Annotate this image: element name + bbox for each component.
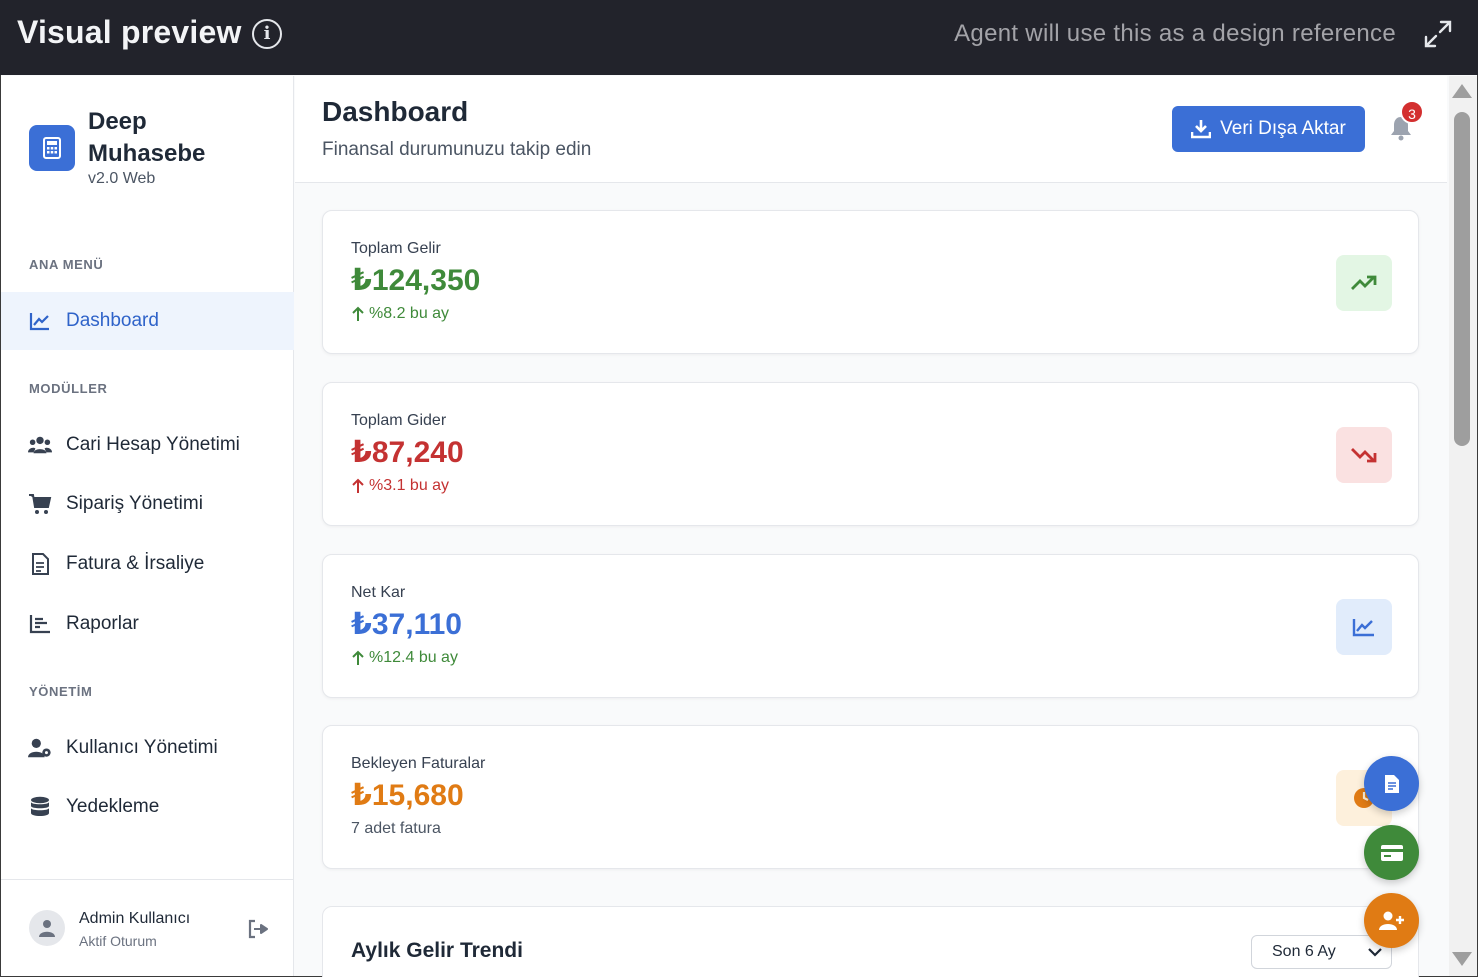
card-change: %3.1 bu ay: [351, 477, 449, 495]
card-change-text: %3.1 bu ay: [369, 477, 450, 494]
card-change: %12.4 bu ay: [351, 649, 458, 667]
chart-line-icon: [1336, 599, 1392, 655]
card-change: 7 adet fatura: [351, 820, 441, 838]
card-label: Toplam Gelir: [351, 240, 441, 257]
range-select-value: Son 6 Ay: [1272, 943, 1336, 960]
scroll-down-arrow-icon[interactable]: [1452, 952, 1472, 966]
main-header: Dashboard Finansal durumunuzu takip edin…: [295, 76, 1447, 183]
sidebar-item-dashboard[interactable]: Dashboard: [1, 292, 294, 350]
trend-up-icon: [1336, 255, 1392, 311]
card-value: ₺15,680: [351, 779, 464, 812]
sidebar-item-label: Sipariş Yönetimi: [66, 493, 203, 514]
quick-invoice-button[interactable]: [1364, 756, 1419, 811]
card-label: Net Kar: [351, 584, 406, 601]
avatar: [29, 910, 65, 946]
card-value: ₺37,110: [351, 608, 462, 641]
page-title: Dashboard: [322, 96, 469, 127]
sidebar: Deep Muhasebe v2.0 Web ANA MENÜ Dashboar…: [1, 76, 294, 976]
sidebar-item-cari-hesap[interactable]: Cari Hesap Yönetimi: [1, 416, 294, 474]
card-value: ₺87,240: [351, 436, 464, 469]
credit-card-icon: [1380, 844, 1403, 861]
card-change: %8.2 bu ay: [351, 305, 449, 323]
sidebar-item-label: Dashboard: [66, 310, 159, 331]
sidebar-item-raporlar[interactable]: Raporlar: [1, 595, 294, 653]
user-name: Admin Kullanıcı: [79, 910, 191, 927]
arrow-up-icon: [352, 650, 364, 665]
sidebar-item-fatura[interactable]: Fatura & İrsaliye: [1, 535, 294, 593]
sidebar-item-yedekleme[interactable]: Yedekleme: [1, 778, 294, 836]
database-icon: [28, 795, 52, 819]
document-icon: [28, 552, 52, 576]
stat-card-expense: Toplam Gider ₺87,240 %3.1 bu ay: [322, 382, 1419, 526]
stat-card-pending-invoices: Bekleyen Faturalar ₺15,680 7 adet fatura: [322, 725, 1419, 869]
calculator-icon: [29, 125, 75, 171]
design-reference-note: Agent will use this as a design referenc…: [954, 20, 1396, 47]
trend-down-icon: [1336, 427, 1392, 483]
sidebar-footer: Admin Kullanıcı Aktif Oturum: [1, 879, 294, 976]
card-change-text: %8.2 bu ay: [369, 305, 450, 322]
monthly-income-trend-card: Aylık Gelir Trendi Son 6 Ay: [322, 906, 1419, 977]
sidebar-item-label: Fatura & İrsaliye: [66, 553, 205, 574]
quick-payment-button[interactable]: [1364, 825, 1419, 880]
download-icon: [1191, 120, 1212, 139]
info-icon[interactable]: i: [252, 19, 282, 49]
cart-icon: [28, 492, 52, 516]
card-label: Toplam Gider: [351, 412, 447, 429]
sidebar-item-label: Raporlar: [66, 613, 139, 634]
sidebar-item-siparis[interactable]: Sipariş Yönetimi: [1, 475, 294, 533]
user-status: Aktif Oturum: [79, 933, 157, 949]
trend-title: Aylık Gelir Trendi: [351, 939, 523, 962]
export-button[interactable]: Veri Dışa Aktar: [1172, 106, 1365, 152]
expand-icon[interactable]: [1422, 18, 1454, 50]
scroll-up-arrow-icon[interactable]: [1452, 84, 1472, 98]
notification-badge: 3: [1400, 100, 1424, 124]
card-label: Bekleyen Faturalar: [351, 755, 486, 772]
card-change-text: %12.4 bu ay: [369, 649, 458, 666]
preview-topbar: Visual preview i Agent will use this as …: [0, 0, 1478, 75]
bar-chart-icon: [28, 612, 52, 636]
section-label-admin: YÖNETİM: [29, 684, 93, 699]
user-cog-icon: [28, 736, 52, 760]
sidebar-item-label: Yedekleme: [66, 796, 160, 817]
user-plus-icon: [1378, 911, 1404, 930]
brand-version: v2.0 Web: [88, 170, 156, 187]
arrow-up-icon: [352, 478, 364, 493]
sidebar-item-kullanici[interactable]: Kullanıcı Yönetimi: [1, 719, 294, 777]
logout-icon[interactable]: [246, 918, 268, 940]
sidebar-item-label: Cari Hesap Yönetimi: [66, 434, 240, 455]
chevron-down-icon: [1368, 948, 1382, 957]
scrollbar-thumb[interactable]: [1454, 112, 1470, 446]
export-button-label: Veri Dışa Aktar: [1220, 118, 1346, 139]
preview-title: Visual preview: [17, 14, 242, 50]
sidebar-item-label: Kullanıcı Yönetimi: [66, 737, 218, 758]
stat-card-net-profit: Net Kar ₺37,110 %12.4 bu ay: [322, 554, 1419, 698]
range-select[interactable]: Son 6 Ay: [1251, 935, 1392, 969]
arrow-up-icon: [352, 306, 364, 321]
section-label-main: ANA MENÜ: [29, 257, 104, 272]
stat-card-income: Toplam Gelir ₺124,350 %8.2 bu ay: [322, 210, 1419, 354]
document-icon: [1384, 774, 1399, 793]
page-subtitle: Finansal durumunuzu takip edin: [322, 139, 592, 160]
brand-name: Deep Muhasebe: [88, 108, 206, 167]
card-change-text: 7 adet fatura: [351, 820, 441, 837]
section-label-modules: MODÜLLER: [29, 381, 108, 396]
card-value: ₺124,350: [351, 264, 481, 297]
quick-add-user-button[interactable]: [1364, 893, 1419, 948]
users-icon: [28, 433, 52, 457]
chart-line-icon: [28, 309, 52, 333]
